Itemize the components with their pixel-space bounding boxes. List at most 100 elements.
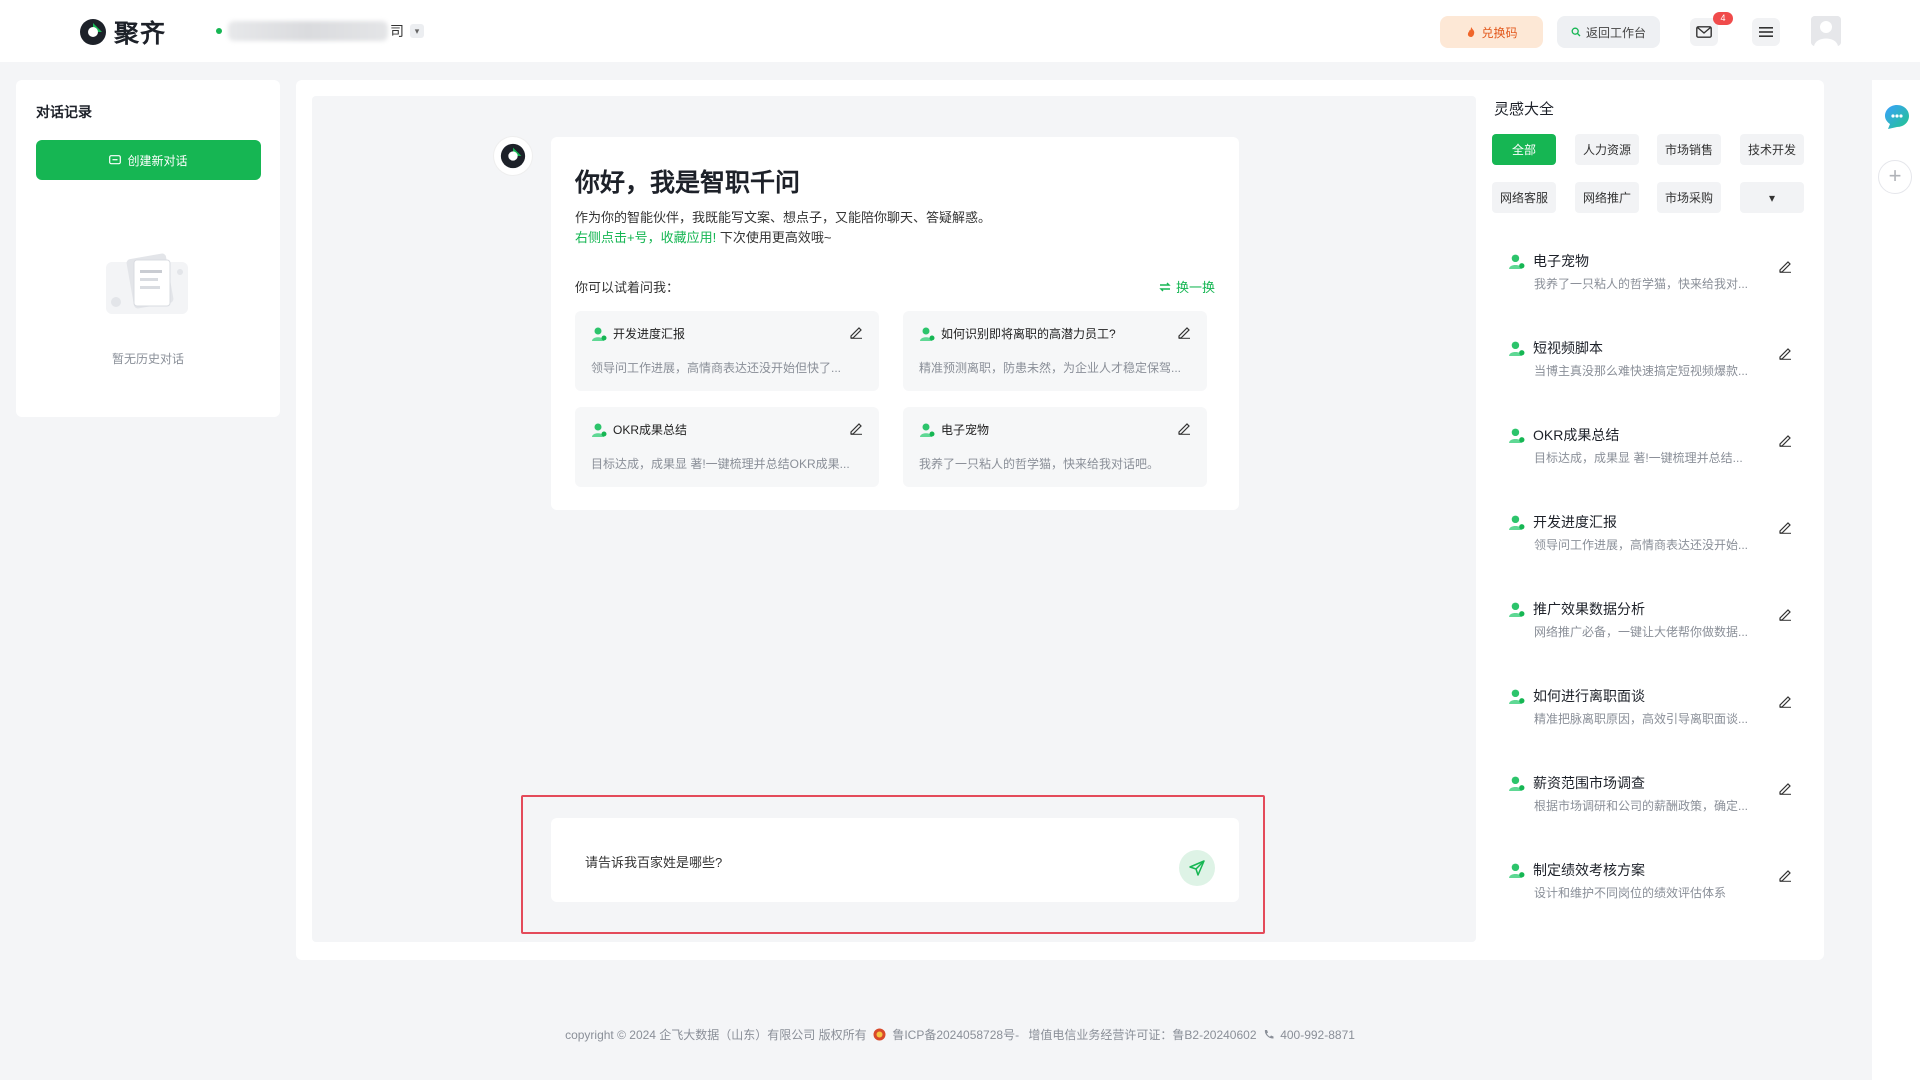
- suggestion-card-header: 如何识别即将离职的高潜力员工?: [919, 325, 1116, 342]
- bot-avatar: [494, 137, 532, 175]
- edit-icon[interactable]: [1778, 520, 1792, 534]
- inspiration-item-title: OKR成果总结: [1533, 427, 1620, 443]
- category-chip-tech[interactable]: 技术开发: [1740, 134, 1804, 165]
- suggestion-card[interactable]: 电子宠物 我养了一只粘人的哲学猫，快来给我对话吧。: [903, 407, 1207, 487]
- refresh-suggestions-label: 换一换: [1175, 280, 1215, 295]
- chat-input-box[interactable]: 请告诉我百家姓是哪些?: [551, 818, 1239, 902]
- inspiration-item-header: 薪资范围市场调查: [1508, 773, 1645, 793]
- suggestion-card[interactable]: 开发进度汇报 领导问工作进展，高情商表达还没开始但快了...: [575, 311, 879, 391]
- chat-input-field[interactable]: 请告诉我百家姓是哪些?: [585, 852, 722, 871]
- top-header: 聚齐 司 ▾ 兑换码 返回工作台 4: [0, 0, 1920, 62]
- user-green-icon: [592, 423, 607, 437]
- suggestion-card-header: 电子宠物: [919, 421, 989, 438]
- inspiration-item-header: 短视频脚本: [1508, 338, 1603, 358]
- inspiration-item-title: 短视频脚本: [1533, 340, 1603, 356]
- category-chip-purchasing[interactable]: 市场采购: [1657, 182, 1721, 213]
- conversation-history-title: 对话记录: [36, 104, 92, 120]
- user-green-icon: [1509, 602, 1525, 617]
- chevron-down-icon[interactable]: ▾: [410, 24, 424, 38]
- send-button[interactable]: [1179, 850, 1215, 886]
- new-chat-icon: [109, 154, 122, 164]
- inspiration-item[interactable]: 短视频脚本 当博主真没那么难快速搞定短视频爆款...: [1508, 338, 1798, 398]
- footer-icp-link[interactable]: 鲁ICP备2024058728号-: [892, 1028, 1019, 1042]
- welcome-title: 你好，我是智职千问: [575, 169, 801, 197]
- conversation-history-panel: 对话记录 创建新对话 暂无历史对话: [16, 80, 280, 417]
- user-green-icon: [1509, 341, 1525, 356]
- inspiration-item[interactable]: 制定绩效考核方案 设计和维护不同岗位的绩效评估体系: [1508, 860, 1798, 920]
- inspiration-item-header: 推广效果数据分析: [1508, 599, 1645, 619]
- suggestion-card-header: 开发进度汇报: [591, 325, 685, 342]
- user-green-icon: [1509, 515, 1525, 530]
- suggestion-card-desc: 精准预测离职，防患未然，为企业人才稳定保驾...: [919, 361, 1182, 375]
- user-green-icon: [1509, 689, 1525, 704]
- inspiration-item[interactable]: 如何进行离职面谈 精准把脉离职原因，高效引导离职面谈...: [1508, 686, 1798, 746]
- inspiration-item-header: 开发进度汇报: [1508, 512, 1617, 532]
- welcome-hint-rest: 下次使用更高效哦~: [716, 230, 832, 245]
- inspiration-title: 灵感大全: [1494, 101, 1555, 118]
- org-switcher[interactable]: 司 ▾: [216, 21, 424, 41]
- inspiration-item-desc: 我养了一只粘人的哲学猫，快来给我对...: [1534, 277, 1749, 291]
- footer: copyright © 2024 企飞大数据（山东）有限公司 版权所有 鲁ICP…: [0, 1026, 1920, 1043]
- inspiration-item[interactable]: 推广效果数据分析 网络推广必备，一键让大佬帮你做数据...: [1508, 599, 1798, 659]
- suggestion-card-title: 开发进度汇报: [613, 327, 686, 341]
- inspiration-item-title: 薪资范围市场调查: [1533, 775, 1645, 791]
- edit-icon[interactable]: [1778, 868, 1792, 882]
- edit-icon[interactable]: [1778, 346, 1792, 360]
- suggestion-card-desc: 目标达成，成果显 著!一键梳理并总结OKR成果...: [591, 457, 850, 471]
- category-chip-hr[interactable]: 人力资源: [1575, 134, 1639, 165]
- mail-badge: 4: [1713, 12, 1733, 25]
- user-green-icon: [920, 327, 935, 341]
- refresh-icon: [1159, 282, 1171, 291]
- back-to-workbench-button[interactable]: 返回工作台: [1557, 16, 1660, 48]
- welcome-hint: 右侧点击+号，收藏应用! 下次使用更高效哦~: [575, 227, 831, 246]
- inspiration-item-title: 制定绩效考核方案: [1533, 862, 1645, 878]
- user-icon: [1811, 16, 1841, 46]
- suggestion-label: 你可以试着问我：: [575, 280, 680, 295]
- user-avatar[interactable]: [1811, 16, 1841, 46]
- inspiration-item[interactable]: 薪资范围市场调查 根据市场调研和公司的薪酬政策，确定...: [1508, 773, 1798, 833]
- suggestion-card[interactable]: OKR成果总结 目标达成，成果显 著!一键梳理并总结OKR成果...: [575, 407, 879, 487]
- logo-icon: [80, 19, 106, 45]
- create-new-chat-button[interactable]: 创建新对话: [36, 140, 261, 180]
- footer-license: 增值电信业务经营许可证：鲁B2-20240602: [1028, 1028, 1257, 1042]
- category-chip-promotion[interactable]: 网络推广: [1575, 182, 1639, 213]
- status-dot-icon: [216, 28, 222, 34]
- edit-icon[interactable]: [1778, 694, 1792, 708]
- user-green-icon: [592, 327, 607, 341]
- redeem-code-label: 兑换码: [1481, 25, 1518, 40]
- favorite-hint-link: 右侧点击+号，收藏应用!: [575, 230, 717, 245]
- user-green-icon: [1509, 776, 1525, 791]
- send-icon: [1189, 860, 1205, 876]
- redeem-code-button[interactable]: 兑换码: [1440, 16, 1543, 48]
- category-more-dropdown[interactable]: ▾: [1740, 182, 1804, 213]
- refresh-suggestions-button[interactable]: 换一换: [1158, 277, 1215, 296]
- user-green-icon: [920, 423, 935, 437]
- category-chip-all[interactable]: 全部: [1492, 134, 1556, 165]
- menu-button[interactable]: [1752, 18, 1780, 46]
- inspiration-item-title: 开发进度汇报: [1533, 514, 1617, 530]
- edit-icon[interactable]: [1177, 421, 1191, 435]
- footer-phone: 400-992-8871: [1280, 1028, 1355, 1042]
- category-chip-sales[interactable]: 市场销售: [1657, 134, 1721, 165]
- category-chip-service[interactable]: 网络客服: [1492, 182, 1556, 213]
- inspiration-item-title: 推广效果数据分析: [1533, 601, 1645, 617]
- edit-icon[interactable]: [849, 421, 863, 435]
- inspiration-item-desc: 设计和维护不同岗位的绩效评估体系: [1534, 886, 1727, 900]
- back-to-workbench-label: 返回工作台: [1585, 25, 1646, 40]
- edit-icon[interactable]: [1177, 325, 1191, 339]
- inspiration-item[interactable]: 电子宠物 我养了一只粘人的哲学猫，快来给我对...: [1508, 251, 1798, 311]
- edit-icon[interactable]: [849, 325, 863, 339]
- edit-icon[interactable]: [1778, 259, 1792, 273]
- inspiration-item[interactable]: OKR成果总结 目标达成，成果显 著!一键梳理并总结...: [1508, 425, 1798, 485]
- edit-icon[interactable]: [1778, 607, 1792, 621]
- inspiration-item-header: 电子宠物: [1508, 251, 1589, 271]
- inspiration-item[interactable]: 开发进度汇报 领导问工作进展，高情商表达还没开始...: [1508, 512, 1798, 572]
- add-app-button[interactable]: +: [1878, 160, 1912, 194]
- edit-icon[interactable]: [1778, 781, 1792, 795]
- logo[interactable]: 聚齐: [78, 14, 166, 50]
- chat-app-icon[interactable]: [1882, 102, 1912, 132]
- suggestion-card[interactable]: 如何识别即将离职的高潜力员工? 精准预测离职，防患未然，为企业人才稳定保驾...: [903, 311, 1207, 391]
- user-green-icon: [1509, 254, 1525, 269]
- edit-icon[interactable]: [1778, 433, 1792, 447]
- welcome-description: 作为你的智能伙伴，我既能写文案、想点子，又能陪你聊天、答疑解惑。: [575, 210, 992, 225]
